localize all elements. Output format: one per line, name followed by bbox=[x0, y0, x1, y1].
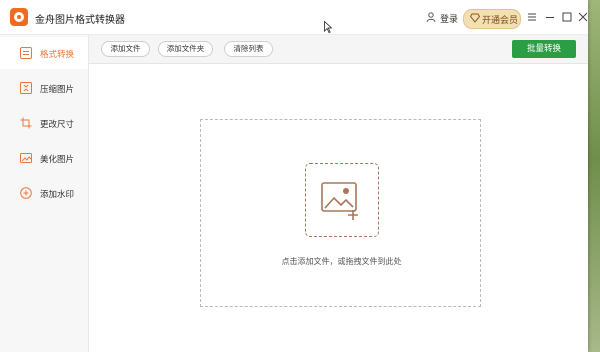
menu-icon[interactable] bbox=[526, 11, 538, 23]
add-folder-button[interactable]: 添加文件夹 bbox=[158, 41, 213, 57]
sidebar-item-format-convert[interactable]: 格式转换 bbox=[0, 37, 88, 69]
vip-label: 开通会员 bbox=[482, 16, 519, 26]
sidebar-item-watermark[interactable]: 添加水印 bbox=[0, 177, 88, 209]
sidebar-item-label: 美化图片 bbox=[40, 155, 75, 165]
compress-icon bbox=[20, 82, 32, 94]
drop-hint-text: 点击添加文件，或拖拽文件到此处 bbox=[281, 257, 402, 266]
app-window: 金舟图片格式转换器 登录 开通会员 格式转换 压缩图片 更改尺寸 美化图片 添加… bbox=[0, 0, 588, 352]
close-icon[interactable] bbox=[577, 11, 588, 23]
crop-icon bbox=[20, 117, 32, 129]
user-icon[interactable] bbox=[426, 12, 436, 22]
add-file-button[interactable]: 添加文件 bbox=[101, 41, 150, 57]
sidebar-item-resize[interactable]: 更改尺寸 bbox=[0, 107, 88, 139]
mouse-cursor-icon bbox=[324, 21, 332, 33]
main-content: 点击添加文件，或拖拽文件到此处 bbox=[89, 21, 588, 352]
app-title: 金舟图片格式转换器 bbox=[35, 15, 125, 26]
convert-icon bbox=[20, 47, 32, 59]
sidebar-item-label: 格式转换 bbox=[40, 50, 75, 60]
clear-list-button[interactable]: 清除列表 bbox=[224, 41, 273, 57]
diamond-icon bbox=[470, 13, 480, 23]
title-bar: 金舟图片格式转换器 登录 开通会员 bbox=[0, 0, 588, 35]
login-link[interactable]: 登录 bbox=[440, 12, 458, 25]
sidebar-item-label: 添加水印 bbox=[40, 190, 75, 200]
watermark-icon bbox=[20, 187, 32, 199]
add-image-box[interactable] bbox=[305, 163, 379, 237]
beautify-icon bbox=[20, 153, 32, 163]
sidebar-item-label: 更改尺寸 bbox=[40, 120, 75, 130]
app-logo-icon bbox=[10, 8, 28, 26]
sidebar-item-label: 压缩图片 bbox=[40, 85, 75, 95]
sidebar: 格式转换 压缩图片 更改尺寸 美化图片 添加水印 bbox=[0, 35, 89, 352]
vip-button[interactable]: 开通会员 bbox=[463, 9, 521, 29]
maximize-icon[interactable] bbox=[561, 11, 573, 23]
toolbar: 添加文件 添加文件夹 清除列表 批量转换 bbox=[89, 35, 588, 64]
sidebar-item-compress[interactable]: 压缩图片 bbox=[0, 72, 88, 104]
sidebar-item-beautify[interactable]: 美化图片 bbox=[0, 142, 88, 174]
file-drop-zone[interactable]: 点击添加文件，或拖拽文件到此处 bbox=[200, 119, 481, 307]
batch-convert-button[interactable]: 批量转换 bbox=[512, 40, 576, 58]
minimize-icon[interactable] bbox=[544, 11, 556, 23]
add-image-icon bbox=[321, 182, 358, 220]
